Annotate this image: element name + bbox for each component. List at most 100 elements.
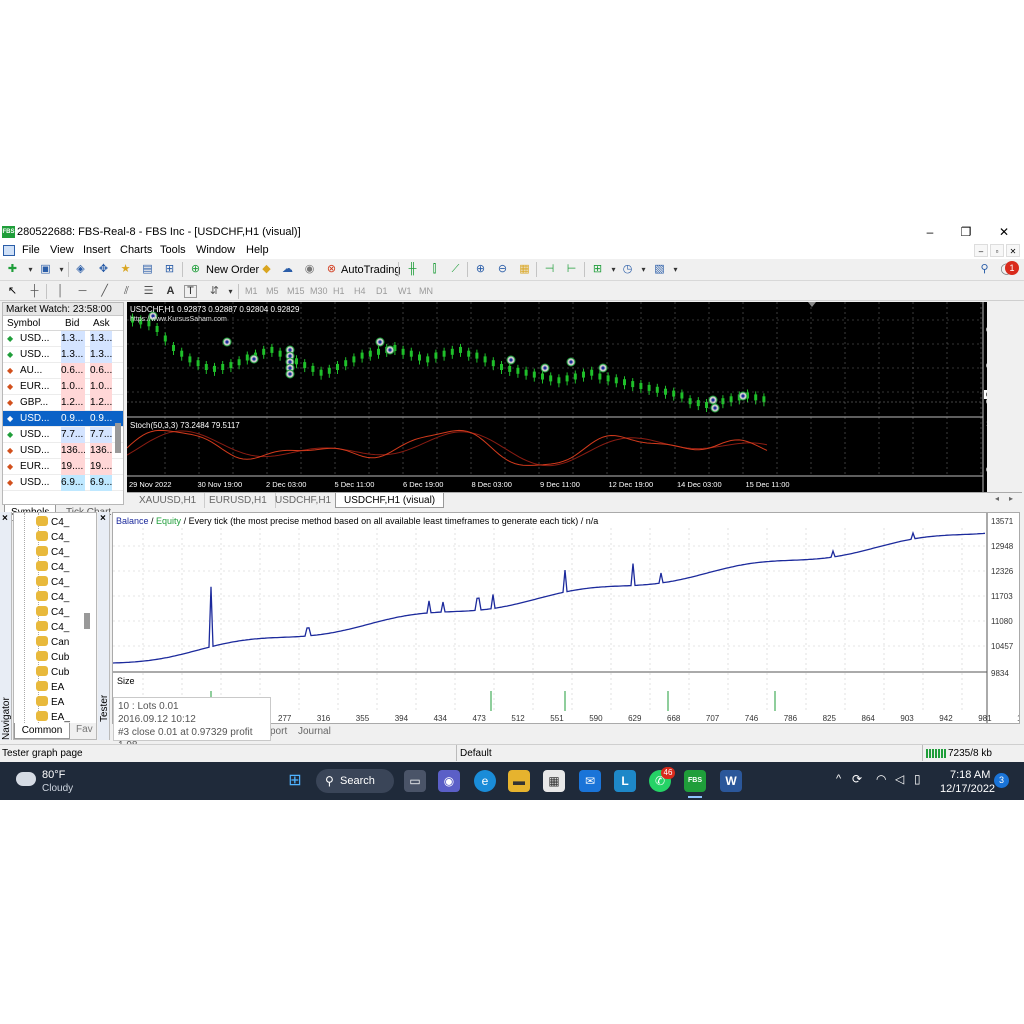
market-watch-row[interactable]: ◆ EUR... 1.0... 1.0... [3, 379, 123, 395]
wifi-icon[interactable]: ◠ [876, 772, 886, 786]
autotrading-icon[interactable]: ⊗ [323, 262, 340, 277]
timeframe-mn[interactable]: MN [419, 286, 433, 296]
navigator-item[interactable]: C4_ [36, 575, 69, 590]
status-profile[interactable]: Default [460, 748, 492, 759]
word-icon[interactable]: W [720, 770, 742, 792]
navigator-item[interactable]: C4_ [36, 545, 69, 560]
weather-description[interactable]: Cloudy [42, 783, 73, 794]
menu-insert[interactable]: Insert [83, 244, 111, 256]
templates-icon[interactable]: ▧ [651, 262, 668, 277]
horizontal-line-icon[interactable]: ─ [74, 284, 91, 299]
tester-graph-canvas[interactable]: 13571 12948 12326 11703 11080 10457 9834 277 316… [113, 513, 1019, 723]
market-watch-row[interactable]: ◆ USD... 6.9... 6.9... [3, 475, 123, 491]
file-explorer-icon[interactable]: ▬ [508, 770, 530, 792]
sync-icon[interactable]: ⟳ [852, 772, 862, 786]
market-watch-row[interactable]: ◆ USD... 0.9... 0.9... [3, 411, 123, 427]
store-icon[interactable]: ▦ [543, 770, 565, 792]
notification-center-badge[interactable]: 3 [994, 773, 1009, 788]
minimize-button[interactable]: – [916, 224, 944, 240]
menu-view[interactable]: View [50, 244, 74, 256]
tester-close-icon[interactable]: × [100, 513, 106, 524]
column-ask[interactable]: Ask [93, 318, 110, 329]
menu-file[interactable]: File [22, 244, 40, 256]
data-window-icon[interactable]: ✥ [95, 262, 112, 277]
timeframe-h4[interactable]: H4 [354, 286, 366, 296]
menu-help[interactable]: Help [246, 244, 269, 256]
market-watch-row[interactable]: ◆ EUR... 19.... 19.... [3, 459, 123, 475]
arrows-icon[interactable]: ⇵ [206, 284, 223, 299]
chart-tab-usdchf[interactable]: USDCHF,H1 [267, 493, 341, 508]
metaeditor-icon[interactable]: ◆ [258, 262, 275, 277]
tab-journal[interactable]: Journal [298, 726, 331, 737]
navigator-item[interactable]: C4_ [36, 530, 69, 545]
market-icon[interactable]: ◉ [301, 262, 318, 277]
tab-scroll-right-icon[interactable]: ▸ [1009, 494, 1013, 503]
bar-chart-icon[interactable]: ╫ [404, 262, 421, 277]
periods-dropdown-icon[interactable]: ▾ [635, 262, 652, 277]
notification-badge[interactable]: 1 [1005, 261, 1019, 275]
market-watch-row[interactable]: ◆ GBP... 1.2... 1.2... [3, 395, 123, 411]
clock-time[interactable]: 7:18 AM [950, 769, 990, 781]
indicators-icon[interactable]: ⊞ [589, 262, 606, 277]
navigator-item[interactable]: C4_ [36, 605, 69, 620]
navigator-item[interactable]: C4_ [36, 515, 69, 530]
mdi-close-button[interactable]: ✕ [1006, 244, 1020, 257]
templates-dropdown-icon[interactable]: ▾ [667, 262, 684, 277]
chart-shift-icon[interactable]: ⊣ [541, 262, 558, 277]
text-label-tool[interactable]: T [184, 285, 197, 298]
crosshair-icon[interactable]: ┼ [26, 284, 43, 299]
column-symbol[interactable]: Symbol [7, 318, 40, 329]
weather-temperature[interactable]: 80°F [42, 769, 65, 781]
windows-start-icon[interactable]: ⊞ [284, 770, 306, 792]
market-watch-icon[interactable]: ◈ [72, 262, 89, 277]
timeframe-m15[interactable]: M15 [287, 286, 305, 296]
task-view-icon[interactable]: ▭ [404, 770, 426, 792]
timeframe-w1[interactable]: W1 [398, 286, 412, 296]
mail-icon[interactable]: ✉ [579, 770, 601, 792]
strategy-tester-icon[interactable]: ⊞ [161, 262, 178, 277]
timeframe-m1[interactable]: M1 [245, 286, 258, 296]
navigator-item[interactable]: C4_ [36, 560, 69, 575]
market-watch-scrollbar[interactable] [115, 423, 121, 453]
tab-favorites[interactable]: Fav [76, 724, 96, 735]
fbs-taskbar-icon[interactable]: FBS [684, 770, 706, 792]
new-order-button[interactable]: New Order [206, 264, 259, 276]
new-chart-icon[interactable]: ✚ [4, 262, 21, 277]
navigator-item[interactable]: C4_ [36, 590, 69, 605]
text-tool[interactable]: A [162, 284, 179, 299]
menu-charts[interactable]: Charts [120, 244, 152, 256]
new-order-icon[interactable]: ⊕ [187, 262, 204, 277]
mdi-minimize-button[interactable]: – [974, 244, 988, 257]
search-icon[interactable]: ⚲ [976, 262, 993, 277]
navigator-item[interactable]: C4_ [36, 620, 69, 635]
battery-icon[interactable]: ▯ [914, 772, 921, 786]
l-app-icon[interactable]: L [614, 770, 636, 792]
chart-tab-eurusd[interactable]: EURUSD,H1 [201, 493, 276, 508]
tab-report[interactable]: port [270, 726, 287, 737]
timeframe-m5[interactable]: M5 [266, 286, 279, 296]
market-watch-row[interactable]: ◆ USD... 1.3... 1.3... [3, 331, 123, 347]
market-watch-row[interactable]: ◆ USD... 1.3... 1.3... [3, 347, 123, 363]
navigator-item[interactable]: EA [36, 695, 64, 710]
navigator-close-icon[interactable]: × [2, 513, 8, 524]
navigator-scrollbar[interactable] [84, 613, 90, 629]
chart-tab-xauusd[interactable]: XAUUSD,H1 [131, 493, 206, 508]
show-hidden-icons[interactable]: ^ [836, 773, 841, 785]
candlestick-icon[interactable]: ⫿ [426, 262, 443, 277]
close-button[interactable]: ✕ [990, 224, 1018, 240]
cursor-icon[interactable]: ↖ [4, 284, 21, 299]
tab-common[interactable]: Common [14, 723, 70, 739]
timeframe-h1[interactable]: H1 [333, 286, 345, 296]
teams-icon[interactable]: ◉ [438, 770, 460, 792]
line-chart-icon[interactable]: ⟋ [447, 262, 464, 277]
volume-icon[interactable]: ◁ [895, 772, 904, 786]
auto-scroll-icon[interactable]: ⊢ [563, 262, 580, 277]
zoom-out-icon[interactable]: ⊖ [494, 262, 511, 277]
navigator-item[interactable]: Cub [36, 650, 69, 665]
edge-icon[interactable]: e [474, 770, 496, 792]
cloudy-weather-icon[interactable] [16, 772, 36, 786]
chart-window-icon[interactable] [3, 245, 15, 256]
vertical-line-icon[interactable]: │ [52, 284, 69, 299]
navigator-item[interactable]: Can [36, 635, 69, 650]
maximize-button[interactable]: ❐ [952, 224, 980, 240]
